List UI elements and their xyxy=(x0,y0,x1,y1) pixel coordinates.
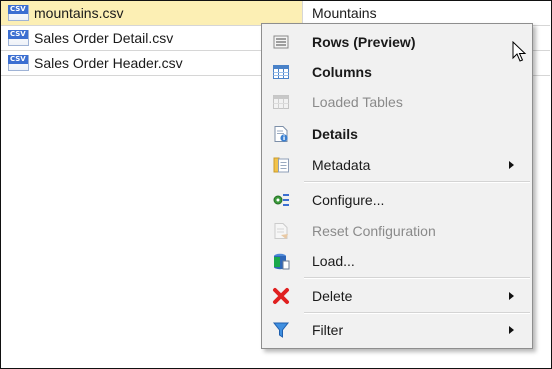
filter-icon xyxy=(272,322,290,338)
file-name-cell[interactable]: CSV Sales Order Detail.csv xyxy=(1,26,303,50)
file-name-cell[interactable]: CSV mountains.csv xyxy=(1,1,303,25)
menu-item-label: Loaded Tables xyxy=(312,94,403,110)
menu-separator xyxy=(304,277,530,279)
menu-item-label: Columns xyxy=(312,64,372,80)
menu-item-delete[interactable]: Delete xyxy=(262,281,532,311)
submenu-arrow-icon xyxy=(509,292,514,300)
details-icon xyxy=(274,126,288,142)
menu-item-filter[interactable]: Filter xyxy=(262,315,532,345)
menu-item-label: Rows (Preview) xyxy=(312,34,416,50)
load-icon xyxy=(274,253,290,270)
delete-icon xyxy=(273,288,289,304)
menu-item-rows-preview[interactable]: Rows (Preview) xyxy=(262,27,532,57)
loaded-tables-icon xyxy=(273,95,289,109)
submenu-arrow-icon xyxy=(509,161,514,169)
csv-file-icon: CSV xyxy=(8,30,29,46)
menu-item-columns[interactable]: Columns xyxy=(262,57,532,87)
menu-item-metadata[interactable]: Metadata xyxy=(262,150,532,180)
csv-file-icon: CSV xyxy=(8,55,29,71)
menu-item-label: Load... xyxy=(312,253,355,269)
file-name: Sales Order Detail.csv xyxy=(34,30,174,46)
file-name-cell[interactable]: CSV Sales Order Header.csv xyxy=(1,51,303,75)
columns-icon xyxy=(273,65,289,79)
menu-item-label: Details xyxy=(312,126,358,142)
menu-item-loaded-tables[interactable]: Loaded Tables xyxy=(262,87,532,117)
reset-configuration-icon xyxy=(274,223,288,239)
menu-item-label: Filter xyxy=(312,322,344,338)
menu-item-reset-configuration[interactable]: Reset Configuration xyxy=(262,216,532,246)
mouse-pointer-icon xyxy=(512,41,527,62)
menu-item-load[interactable]: Load... xyxy=(262,246,532,276)
file-name: mountains.csv xyxy=(34,5,124,21)
csv-file-icon: CSV xyxy=(8,5,29,21)
menu-separator xyxy=(304,181,530,183)
file-name: Sales Order Header.csv xyxy=(34,55,183,71)
rows-preview-icon xyxy=(273,35,289,49)
menu-item-label: Metadata xyxy=(312,157,371,173)
menu-item-details[interactable]: Details xyxy=(262,119,532,149)
menu-item-label: Delete xyxy=(312,288,353,304)
menu-item-configure[interactable]: Configure... xyxy=(262,185,532,215)
menu-separator xyxy=(304,312,530,314)
menu-item-label: Configure... xyxy=(312,192,385,208)
context-menu: Rows (Preview) Columns Loaded Tables Det… xyxy=(261,23,533,349)
configure-icon xyxy=(273,194,289,206)
metadata-icon xyxy=(273,157,289,173)
submenu-arrow-icon xyxy=(509,326,514,334)
file-description: Mountains xyxy=(312,5,377,21)
menu-item-label: Reset Configuration xyxy=(312,223,436,239)
